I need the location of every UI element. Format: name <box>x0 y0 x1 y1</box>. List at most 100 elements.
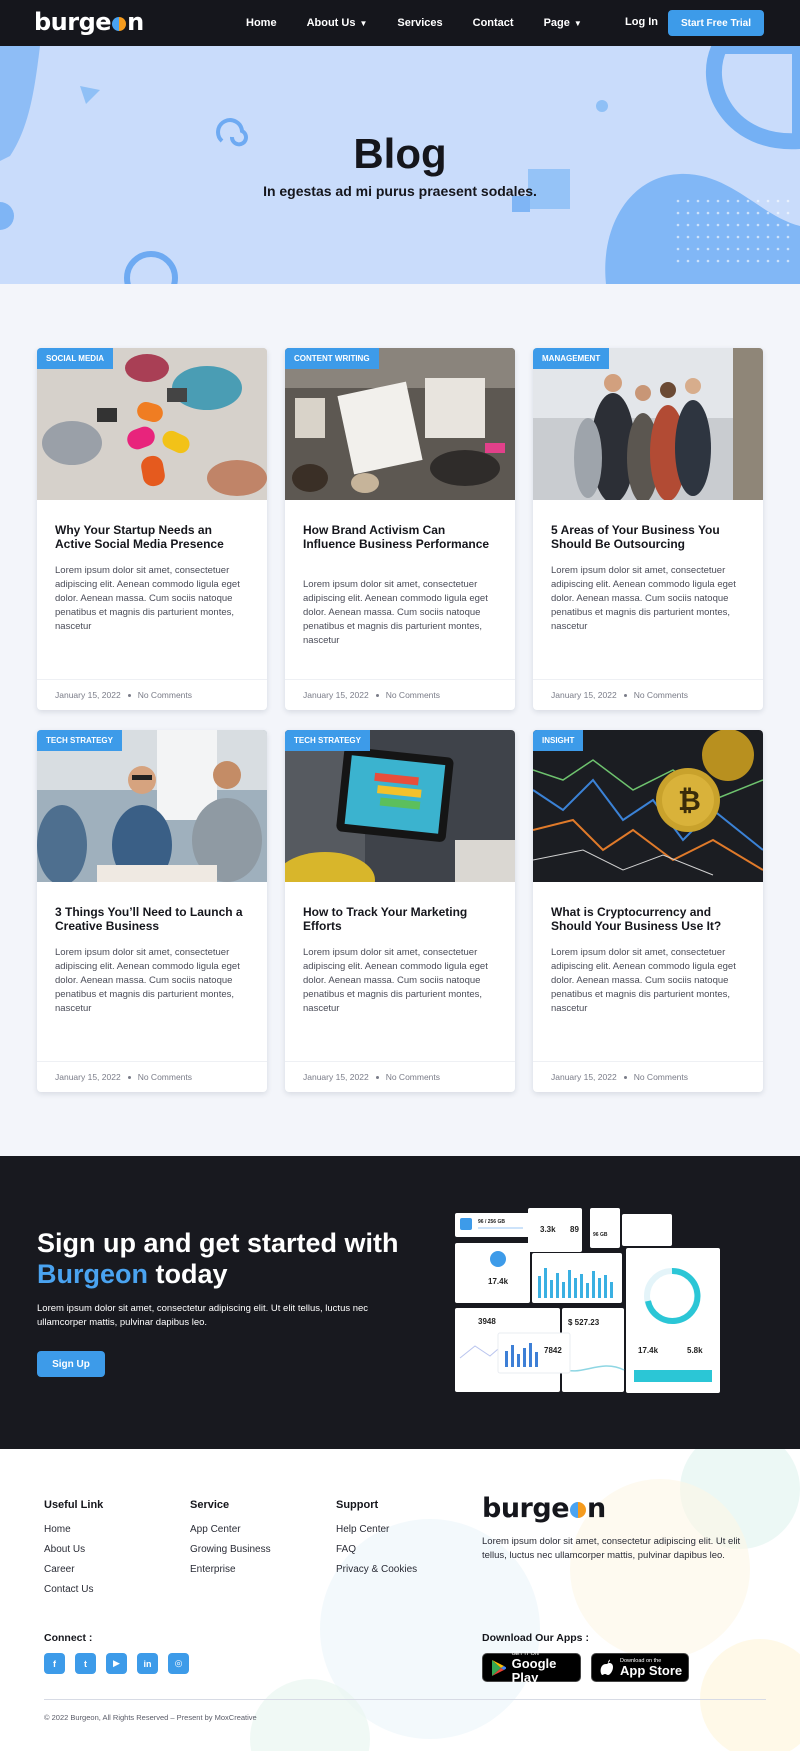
footer-column-service: Service App Center Growing Business Ente… <box>190 1499 271 1584</box>
nav-page[interactable]: Page ▼ <box>544 17 582 29</box>
post-comments[interactable]: No Comments <box>634 690 688 700</box>
google-play-big-text: Google Play <box>511 1655 557 1685</box>
footer-link-faq[interactable]: FAQ <box>336 1544 417 1555</box>
post-title[interactable]: 3 Things You’ll Need to Launch a Creativ… <box>55 905 249 933</box>
post-date: January 15, 2022 <box>55 1072 121 1082</box>
post-date: January 15, 2022 <box>55 690 121 700</box>
footer-link-help-center[interactable]: Help Center <box>336 1524 417 1535</box>
footer-link-growing-business[interactable]: Growing Business <box>190 1544 271 1555</box>
footer-column-title: Useful Link <box>44 1499 104 1511</box>
chevron-down-icon: ▼ <box>359 18 368 28</box>
post-title[interactable]: How Brand Activism Can Influence Busines… <box>303 523 497 551</box>
twitter-icon[interactable]: t <box>75 1653 96 1674</box>
post-comments[interactable]: No Comments <box>138 1072 192 1082</box>
cta-text: Lorem ipsum dolor sit amet, consectetur … <box>37 1303 369 1328</box>
blog-card[interactable]: Tech Strategy 3 Things You’ll Need to La… <box>37 730 267 1092</box>
category-tag[interactable]: Social Media <box>37 348 114 369</box>
footer-logo-text-right: n <box>587 1493 606 1524</box>
dashboard-stat-c: 96 GB <box>593 1232 608 1238</box>
post-meta: January 15, 2022 No Comments <box>533 1061 763 1092</box>
logo-text-left: burge <box>34 8 112 36</box>
post-title[interactable]: How to Track Your Marketing Efforts <box>303 905 497 933</box>
footer-link-privacy[interactable]: Privacy & Cookies <box>336 1564 417 1575</box>
post-date: January 15, 2022 <box>303 690 369 700</box>
nav-links: Home About Us ▼ Services Contact Page ▼ <box>246 0 612 46</box>
post-thumbnail[interactable]: Social Media <box>37 348 267 500</box>
chevron-down-icon: ▼ <box>573 18 582 28</box>
footer-link-career[interactable]: Career <box>44 1564 103 1575</box>
post-title[interactable]: 5 Areas of Your Business You Should Be O… <box>551 523 745 551</box>
footer-link-about[interactable]: About Us <box>44 1544 103 1555</box>
post-excerpt: Lorem ipsum dolor sit amet, consectetuer… <box>303 947 488 1014</box>
post-date: January 15, 2022 <box>551 690 617 700</box>
post-comments[interactable]: No Comments <box>138 690 192 700</box>
connect-label: Connect : <box>44 1632 93 1644</box>
app-store-big-text: App Store <box>620 1662 683 1678</box>
footer-link-home[interactable]: Home <box>44 1524 103 1535</box>
post-meta: January 15, 2022 No Comments <box>533 679 763 710</box>
facebook-icon[interactable]: f <box>44 1653 65 1674</box>
sign-up-button[interactable]: Sign Up <box>37 1351 105 1377</box>
footer-link-app-center[interactable]: App Center <box>190 1524 271 1535</box>
post-excerpt: Lorem ipsum dolor sit amet, consectetuer… <box>55 565 240 632</box>
dashboard-storage: 96 / 256 GB <box>478 1219 505 1225</box>
blog-card[interactable]: ₿ Insight What is Cryptocurrency and Sho… <box>533 730 763 1092</box>
footer-link-enterprise[interactable]: Enterprise <box>190 1564 271 1575</box>
nav-contact[interactable]: Contact <box>473 17 514 29</box>
brand-logo[interactable]: burge n <box>34 8 144 36</box>
nav-page-label: Page <box>543 17 570 29</box>
post-comments[interactable]: No Comments <box>634 1072 688 1082</box>
post-image-tech-strategy-1 <box>37 730 267 882</box>
post-date: January 15, 2022 <box>303 1072 369 1082</box>
nav-services[interactable]: Services <box>397 17 442 29</box>
google-play-badge[interactable]: GET IT ON Google Play <box>482 1651 581 1685</box>
post-title[interactable]: Why Your Startup Needs an Active Social … <box>55 523 249 551</box>
post-meta: January 15, 2022 No Comments <box>37 679 267 710</box>
post-thumbnail[interactable]: Tech Strategy <box>37 730 267 882</box>
footer-divider <box>44 1699 766 1700</box>
footer-link-contact[interactable]: Contact Us <box>44 1584 103 1595</box>
category-tag[interactable]: Content Writing <box>285 348 379 369</box>
separator-dot <box>623 1075 627 1079</box>
nav-home[interactable]: Home <box>246 17 277 29</box>
blog-card[interactable]: Social Media Why Your Startup Needs an A… <box>37 348 267 710</box>
post-comments[interactable]: No Comments <box>386 1072 440 1082</box>
nav-services-label: Services <box>397 17 443 29</box>
cta-heading-part1: Sign up and get started with <box>37 1228 399 1258</box>
post-excerpt: Lorem ipsum dolor sit amet, consectetuer… <box>303 579 488 646</box>
dashboard-stat-i: 5.8k <box>687 1346 703 1355</box>
login-link[interactable]: Log In <box>625 16 658 28</box>
post-title[interactable]: What is Cryptocurrency and Should Your B… <box>551 905 745 933</box>
app-store-badge[interactable]: Download on the App Store <box>591 1653 689 1682</box>
post-meta: January 15, 2022 No Comments <box>285 679 515 710</box>
category-tag[interactable]: Tech Strategy <box>285 730 370 751</box>
category-tag[interactable]: Tech Strategy <box>37 730 122 751</box>
nav-about-label: About Us <box>306 17 356 29</box>
category-tag[interactable]: Management <box>533 348 610 369</box>
start-free-trial-button[interactable]: Start Free Trial <box>668 10 764 36</box>
post-thumbnail[interactable]: Management <box>533 348 763 500</box>
post-image-management <box>533 348 763 500</box>
instagram-icon[interactable]: ◎ <box>168 1653 189 1674</box>
linkedin-icon[interactable]: in <box>137 1653 158 1674</box>
signup-cta-section: Sign up and get started with Burgeon tod… <box>0 1156 800 1449</box>
hero-banner: Blog In egestas ad mi purus praesent sod… <box>0 46 800 284</box>
blog-card[interactable]: Tech Strategy How to Track Your Marketin… <box>285 730 515 1092</box>
category-tag[interactable]: Insight <box>533 730 584 751</box>
footer-background-decoration <box>250 1449 800 1751</box>
post-comments[interactable]: No Comments <box>386 690 440 700</box>
nav-about[interactable]: About Us ▼ <box>307 17 368 29</box>
cta-heading-brand: Burgeon <box>37 1259 148 1289</box>
footer-column-title: Service <box>190 1499 230 1511</box>
dashboard-stat-d: 17.4k <box>488 1277 509 1286</box>
blog-card[interactable]: Management 5 Areas of Your Business You … <box>533 348 763 710</box>
dashboard-stat-e: 3948 <box>478 1317 496 1326</box>
footer-logo[interactable]: burge n <box>482 1493 606 1524</box>
post-thumbnail[interactable]: Content Writing <box>285 348 515 500</box>
download-apps-label: Download Our Apps : <box>482 1632 589 1644</box>
post-excerpt: Lorem ipsum dolor sit amet, consectetuer… <box>551 565 736 632</box>
youtube-icon[interactable]: ▶ <box>106 1653 127 1674</box>
post-thumbnail[interactable]: ₿ Insight <box>533 730 763 882</box>
blog-card[interactable]: Content Writing How Brand Activism Can I… <box>285 348 515 710</box>
post-thumbnail[interactable]: Tech Strategy <box>285 730 515 882</box>
